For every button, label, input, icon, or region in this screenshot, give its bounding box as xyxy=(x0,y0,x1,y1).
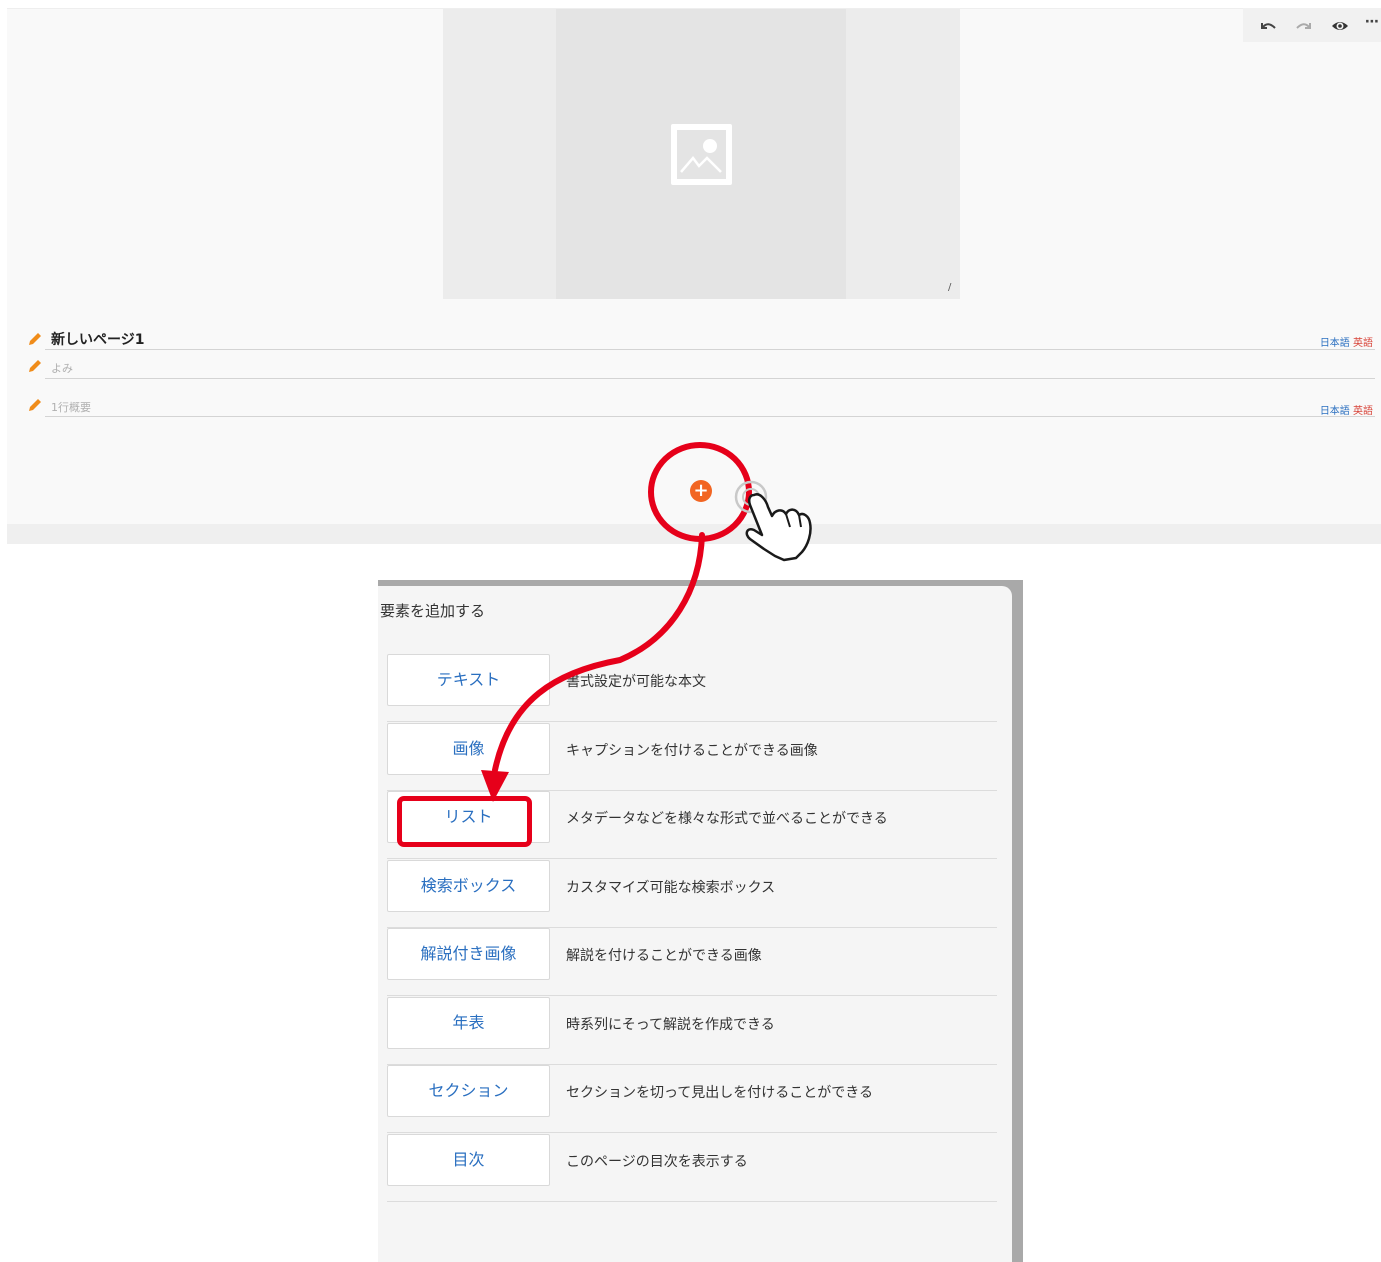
element-description: メタデータなどを様々な形式で並べることができる xyxy=(566,811,888,827)
add-element-button[interactable]: + xyxy=(690,480,712,502)
list-button-highlight xyxy=(397,796,532,847)
add-element-dialog: 要素を追加する テキスト 書式設定が可能な本文 画像 キャプションを付けることが… xyxy=(378,586,1012,1262)
section-element-button[interactable]: セクション xyxy=(387,1065,550,1117)
title-lang-switch: 日本語 英語 xyxy=(1320,334,1373,349)
summary-lang-switch: 日本語 英語 xyxy=(1320,402,1373,417)
element-description: このページの目次を表示する xyxy=(566,1154,748,1170)
pencil-icon xyxy=(29,399,41,411)
annotated-image-element-button[interactable]: 解説付き画像 xyxy=(387,928,550,980)
element-description: 解説を付けることができる画像 xyxy=(566,948,762,964)
element-description: キャプションを付けることができる画像 xyxy=(566,743,818,759)
more-icon[interactable]: ⋯ xyxy=(1365,14,1381,30)
redo-icon[interactable] xyxy=(1295,18,1313,34)
element-description: 書式設定が可能な本文 xyxy=(566,674,706,690)
element-row-image: 画像 キャプションを付けることができる画像 xyxy=(387,723,997,791)
element-row-search-box: 検索ボックス カスタマイズ可能な検索ボックス xyxy=(387,860,997,928)
summary-placeholder[interactable]: 1行概要 xyxy=(51,399,91,415)
eye-icon[interactable] xyxy=(1331,18,1349,34)
element-row-timeline: 年表 時系列にそって解説を作成できる xyxy=(387,997,997,1065)
image-element-button[interactable]: 画像 xyxy=(387,723,550,775)
editor-toolbar: ⋯ xyxy=(1243,8,1381,42)
pencil-icon xyxy=(29,333,41,345)
reading-placeholder[interactable]: よみ xyxy=(51,360,73,376)
summary-underline xyxy=(45,416,1375,417)
image-placeholder-icon xyxy=(671,124,732,185)
pencil-icon xyxy=(29,360,41,372)
element-description: 時系列にそって解説を作成できる xyxy=(566,1017,775,1033)
reading-field[interactable]: よみ xyxy=(27,357,1377,379)
element-row-annotated-image: 解説付き画像 解説を付けることができる画像 xyxy=(387,928,997,996)
hero-caption[interactable]: / xyxy=(948,282,951,293)
lang-ja-link[interactable]: 日本語 xyxy=(1320,338,1350,349)
title-underline xyxy=(45,349,1375,350)
page-title[interactable]: 新しいページ1 xyxy=(51,329,144,349)
text-element-button[interactable]: テキスト xyxy=(387,654,550,706)
editor-footer-band xyxy=(7,524,1381,544)
element-row-text: テキスト 書式設定が可能な本文 xyxy=(387,654,997,722)
search-box-element-button[interactable]: 検索ボックス xyxy=(387,860,550,912)
undo-icon[interactable] xyxy=(1259,18,1277,34)
dialog-title: 要素を追加する xyxy=(380,602,486,620)
screen: / ⋯ 新しいページ1 日本語 英語 よみ 1行概要 日本語 英語 + 要素を追… xyxy=(0,0,1381,1262)
element-description: セクションを切って見出しを付けることができる xyxy=(566,1085,874,1101)
lang-en-link[interactable]: 英語 xyxy=(1353,338,1373,349)
title-field[interactable]: 新しいページ1 日本語 英語 xyxy=(27,328,1377,350)
toc-element-button[interactable]: 目次 xyxy=(387,1134,550,1186)
summary-field[interactable]: 1行概要 日本語 英語 xyxy=(27,396,1377,418)
reading-underline xyxy=(45,378,1375,379)
element-row-section: セクション セクションを切って見出しを付けることができる xyxy=(387,1065,997,1133)
timeline-element-button[interactable]: 年表 xyxy=(387,997,550,1049)
element-description: カスタマイズ可能な検索ボックス xyxy=(566,880,776,896)
element-row-toc: 目次 このページの目次を表示する xyxy=(387,1134,997,1202)
